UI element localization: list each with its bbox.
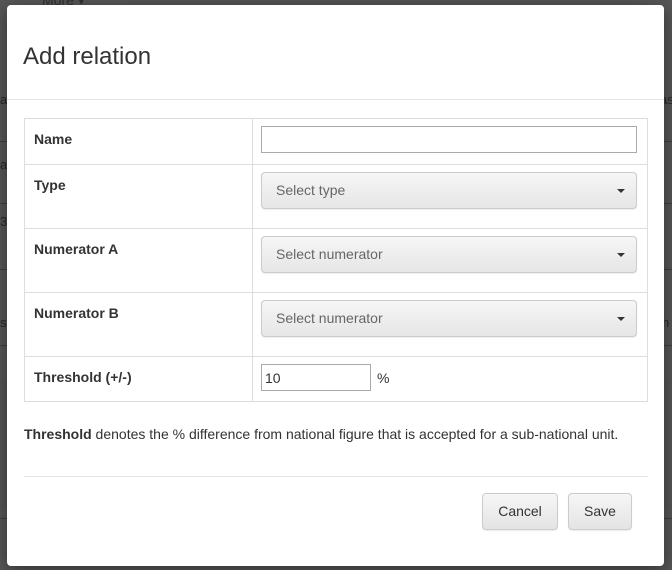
footer-divider xyxy=(24,476,648,477)
save-button[interactable]: Save xyxy=(568,493,632,530)
modal-title: Add relation xyxy=(23,43,152,70)
numerator-b-select-placeholder: Select numerator xyxy=(276,310,383,326)
name-input[interactable] xyxy=(261,126,637,153)
type-select[interactable]: Select type xyxy=(261,172,637,209)
name-label: Name xyxy=(24,118,253,165)
form-row-name: Name xyxy=(24,118,648,165)
threshold-label: Threshold (+/-) xyxy=(24,356,253,402)
help-text-term: Threshold xyxy=(24,426,92,442)
add-relation-dialog: Add relation Name Type Select type Numer… xyxy=(7,5,664,566)
type-label: Type xyxy=(24,164,253,229)
help-text-description: denotes the % difference from national f… xyxy=(91,426,619,442)
numerator-a-select-placeholder: Select numerator xyxy=(276,246,383,262)
threshold-cell: % xyxy=(252,356,648,402)
type-cell: Select type xyxy=(252,164,648,229)
chevron-down-icon xyxy=(617,317,625,321)
chevron-down-icon xyxy=(617,189,625,193)
cancel-button[interactable]: Cancel xyxy=(482,493,558,530)
type-select-placeholder: Select type xyxy=(276,182,346,198)
threshold-input[interactable] xyxy=(261,364,371,391)
modal-header: Add relation xyxy=(7,5,664,100)
numerator-b-cell: Select numerator xyxy=(252,292,648,357)
form-row-threshold: Threshold (+/-) % xyxy=(24,356,648,402)
numerator-b-label: Numerator B xyxy=(24,292,253,357)
relation-form-table: Name Type Select type Numerator A Select… xyxy=(24,118,648,402)
chevron-down-icon xyxy=(617,253,625,257)
form-row-numerator-a: Numerator A Select numerator xyxy=(24,228,648,293)
numerator-b-select[interactable]: Select numerator xyxy=(261,300,637,337)
numerator-a-select[interactable]: Select numerator xyxy=(261,236,637,273)
form-row-numerator-b: Numerator B Select numerator xyxy=(24,292,648,357)
form-row-type: Type Select type xyxy=(24,164,648,229)
threshold-help-text: Threshold denotes the % difference from … xyxy=(24,424,656,444)
numerator-a-label: Numerator A xyxy=(24,228,253,293)
threshold-unit: % xyxy=(377,369,390,386)
threshold-wrapper: % xyxy=(261,364,638,391)
numerator-a-cell: Select numerator xyxy=(252,228,648,293)
name-cell xyxy=(252,118,648,165)
